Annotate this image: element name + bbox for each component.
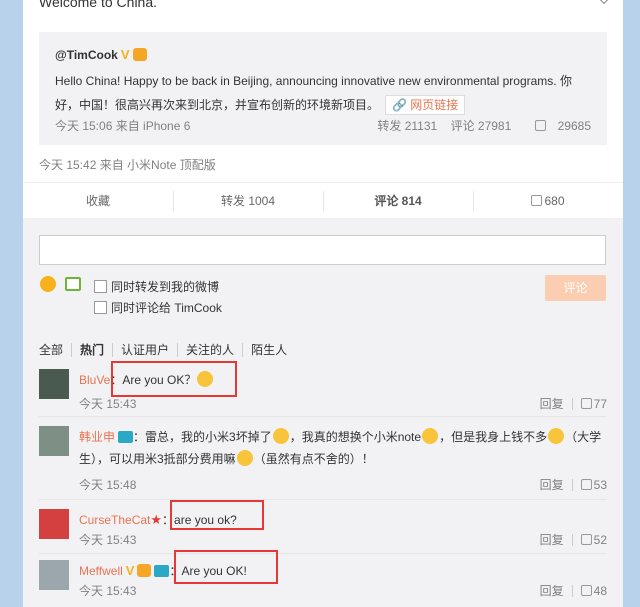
emoji-icon <box>272 428 289 444</box>
quoted-comment-count[interactable]: 评论 27981 <box>451 119 512 133</box>
emoji-icon <box>236 450 253 466</box>
filter-all[interactable]: 全部 <box>39 343 73 357</box>
comment-user[interactable]: Meffwell <box>79 564 123 578</box>
comment-body: （虽然有点不舍的）！ <box>253 452 374 466</box>
member-icon <box>132 48 147 61</box>
thumbs-up-icon[interactable] <box>580 534 592 545</box>
tab-repost[interactable]: 转发 1004 <box>173 183 323 218</box>
quoted-post: @TimCook V Hello China! Happy to be back … <box>39 32 607 145</box>
comment-filters: 全部 热门 认证用户 关注的人 陌生人 <box>39 343 295 357</box>
comment-actions: 回复 48 <box>540 582 607 599</box>
comment-actions: 回复 77 <box>540 395 607 412</box>
web-link-label: 网页链接 <box>410 98 459 112</box>
comment-user[interactable]: BluVe <box>79 373 110 387</box>
member-icon <box>137 564 152 577</box>
filter-hot[interactable]: 热门 <box>72 343 114 357</box>
filter-verified[interactable]: 认证用户 <box>113 343 179 357</box>
comment-time: 今天 15:43 <box>79 397 137 411</box>
verified-icon: V <box>125 563 135 578</box>
quoted-repost-count[interactable]: 转发 21131 <box>377 119 437 133</box>
avatar[interactable] <box>39 369 69 399</box>
emoji-icon <box>422 428 439 444</box>
comment-body: ，但是我身上钱不多 <box>439 430 548 444</box>
thumbs-up-icon <box>531 195 543 206</box>
comment-row: CurseTheCat★：are you ok? 今天 15:43 回复 52 <box>39 509 607 554</box>
thumbs-up-icon[interactable] <box>580 398 592 409</box>
comment-author-checkbox[interactable]: 同时评论给 TimCook <box>94 299 222 316</box>
like-count: 48 <box>593 584 607 598</box>
action-tabs: 收藏 转发 1004 评论 814 680 <box>23 182 623 218</box>
like-count: 52 <box>593 533 607 547</box>
avatar[interactable] <box>39 560 69 590</box>
image-icon[interactable] <box>65 277 81 291</box>
like-count: 53 <box>593 478 607 492</box>
post-text: Welcome to China. <box>39 0 158 10</box>
quoted-body-text: Hello China! Happy to be back in Beijing… <box>55 74 572 112</box>
reply-link[interactable]: 回复 <box>540 533 564 547</box>
filter-strangers[interactable]: 陌生人 <box>243 343 295 357</box>
comment-text: 韩业申 ：雷总，我的小米3坏掉了 ，我真的想换个小米note ，但是我身上钱不多 （大学… <box>79 426 607 470</box>
verified-icon: V <box>120 47 130 62</box>
reply-link[interactable]: 回复 <box>540 397 564 411</box>
comment-body: ：雷总，我的小米3坏掉了 <box>133 430 272 444</box>
thumbs-up-icon[interactable] <box>580 585 592 596</box>
checkbox-box[interactable] <box>94 280 107 293</box>
avatar[interactable] <box>39 509 69 539</box>
post-time: 今天 15:42 来自 小米Note 顶配版 <box>39 158 216 172</box>
weibo-post-card: Welcome to China. @TimCook V Hello China!… <box>23 0 623 607</box>
quoted-author[interactable]: @TimCook V <box>55 47 147 62</box>
thumbs-up-icon <box>534 120 546 131</box>
comment-actions: 回复 53 <box>540 476 607 493</box>
divider <box>571 479 573 491</box>
repost-checkbox-label: 同时转发到我的微博 <box>111 280 220 294</box>
comment-input[interactable] <box>39 235 606 265</box>
tab-favorite[interactable]: 收藏 <box>23 183 173 218</box>
comment-text: CurseTheCat★：are you ok? <box>79 509 607 531</box>
avatar[interactable] <box>39 426 69 456</box>
reply-link[interactable]: 回复 <box>540 584 564 598</box>
camera-icon <box>154 565 170 577</box>
divider <box>571 398 573 410</box>
quoted-like-value: 29685 <box>557 119 591 133</box>
thumbs-up-icon[interactable] <box>580 479 592 490</box>
comment-actions: 回复 52 <box>540 531 607 548</box>
tab-like-count: 680 <box>544 194 565 208</box>
emoji-icon[interactable] <box>40 276 56 292</box>
divider <box>571 534 573 546</box>
emoji-icon <box>548 428 565 444</box>
tab-comment[interactable]: 评论 814 <box>323 183 473 218</box>
highlight-box <box>111 361 237 397</box>
repost-checkbox[interactable]: 同时转发到我的微博 <box>94 278 219 295</box>
comment-time: 今天 15:48 <box>79 478 137 492</box>
quoted-like-count[interactable]: 29685 <box>525 119 591 133</box>
chevron-down-icon[interactable] <box>596 0 612 5</box>
comment-user[interactable]: 韩业申 <box>79 430 115 444</box>
comment-author-checkbox-label: 同时评论给 TimCook <box>111 301 222 315</box>
camera-icon <box>118 431 134 443</box>
highlight-box <box>170 500 264 530</box>
filter-following[interactable]: 关注的人 <box>178 343 244 357</box>
comment-row: Meffwell V ：Are you OK! 今天 15:43 回复 48 <box>39 560 607 604</box>
quoted-time: 今天 15:06 来自 iPhone 6 <box>55 119 191 133</box>
comment-text: Meffwell V ：Are you OK! <box>79 560 607 582</box>
quoted-author-name[interactable]: @TimCook <box>55 48 118 62</box>
highlight-box <box>174 550 278 584</box>
like-count: 77 <box>593 397 607 411</box>
reply-link[interactable]: 回复 <box>540 478 564 492</box>
web-link[interactable]: 🔗 网页链接 <box>385 95 466 115</box>
comment-user[interactable]: CurseTheCat <box>79 513 150 527</box>
divider <box>571 585 573 597</box>
comment-time: 今天 15:43 <box>79 533 137 547</box>
star-icon: ★ <box>150 512 163 527</box>
tab-like[interactable]: 680 <box>473 183 623 218</box>
comment-time: 今天 15:43 <box>79 584 137 598</box>
checkbox-box[interactable] <box>94 301 107 314</box>
quoted-body: Hello China! Happy to be back in Beijing… <box>55 69 595 117</box>
comment-body: ，我真的想换个小米note <box>289 430 422 444</box>
comment-submit-button[interactable]: 评论 <box>545 275 606 301</box>
comment-row: 韩业申 ：雷总，我的小米3坏掉了 ，我真的想换个小米note ，但是我身上钱不多 （大学… <box>39 426 607 500</box>
quoted-stats: 转发 21131 评论 27981 29685 <box>367 117 591 134</box>
comment-area: 同时转发到我的微博 同时评论给 TimCook 评论 全部 热门 认证用户 关注… <box>23 218 623 607</box>
